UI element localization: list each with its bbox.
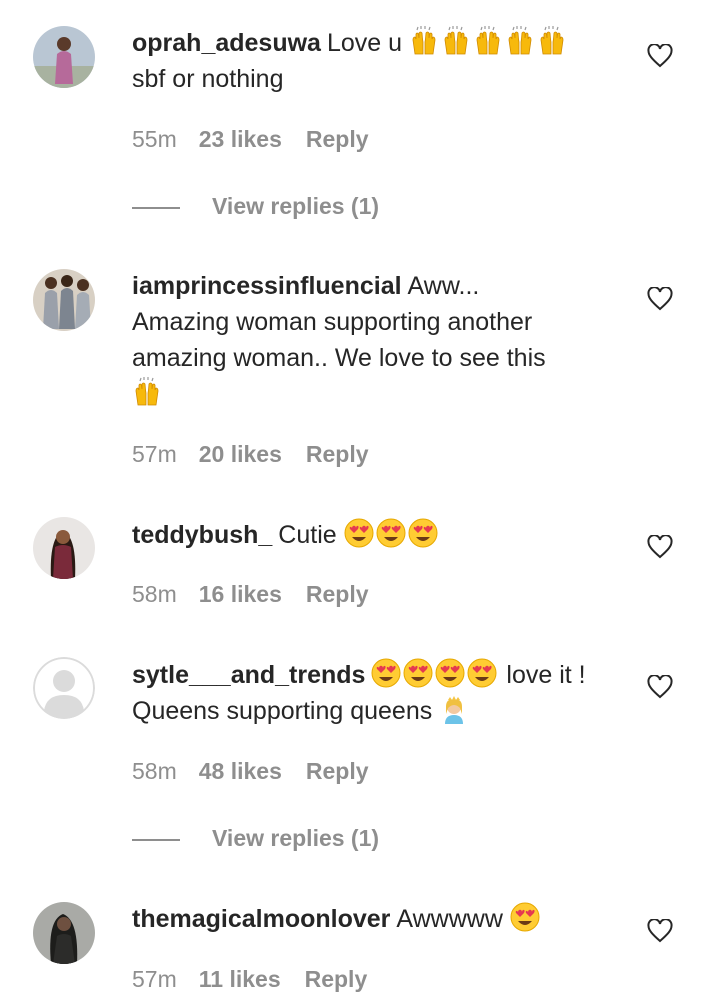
- like-heart-icon[interactable]: [647, 535, 673, 559]
- comment-username[interactable]: themagicalmoonlover: [132, 905, 390, 933]
- heart-eyes-icon: [371, 658, 401, 688]
- reply-button[interactable]: Reply: [306, 126, 369, 153]
- view-replies-label: View replies (1): [212, 825, 380, 851]
- like-heart-icon[interactable]: [647, 675, 673, 699]
- comment-body: amazing woman.. We love to see this: [132, 344, 546, 372]
- heart-eyes-icon: [403, 658, 433, 688]
- heart-eyes-icon: [376, 518, 406, 548]
- comment-text: teddybush_ Cutie: [132, 517, 622, 553]
- heart-eyes-icon: [435, 658, 465, 688]
- comment-meta: 58m 48 likes Reply: [132, 758, 369, 788]
- raising-hands-icon: [537, 26, 567, 56]
- comment-text: iamprincessinfluencial Aww... Amazing wom…: [132, 268, 622, 412]
- comment-meta: 57m 20 likes Reply: [132, 441, 369, 471]
- comment-body: Queens supporting queens: [132, 697, 433, 725]
- reply-button[interactable]: Reply: [306, 758, 369, 785]
- comment-time: 58m: [132, 758, 177, 784]
- heart-eyes-icon: [344, 518, 374, 548]
- comment-meta: 58m 16 likes Reply: [132, 581, 369, 611]
- comment-username[interactable]: teddybush_: [132, 521, 272, 549]
- avatar[interactable]: [33, 269, 95, 331]
- comment-body: Amazing woman supporting another: [132, 308, 533, 336]
- view-replies-label: View replies (1): [212, 193, 380, 219]
- avatar[interactable]: [33, 657, 95, 719]
- comment-likes[interactable]: 48 likes: [199, 758, 282, 785]
- avatar[interactable]: [33, 902, 95, 964]
- comment-body: Awwwww: [396, 905, 503, 933]
- comment-text: oprah_adesuwa Love u sbf or nothing: [132, 25, 622, 97]
- comment-body: Aww...: [407, 272, 480, 300]
- comment-username[interactable]: oprah_adesuwa: [132, 29, 321, 57]
- comment-likes[interactable]: 16 likes: [199, 581, 282, 608]
- comment-username[interactable]: sytle___and_trends: [132, 661, 365, 689]
- reply-button[interactable]: Reply: [305, 966, 368, 993]
- comment-likes[interactable]: 20 likes: [199, 441, 282, 468]
- raising-hands-icon: [441, 26, 471, 56]
- comment-body: love it !: [506, 661, 586, 689]
- raising-hands-icon: [473, 26, 503, 56]
- comment-time: 57m: [132, 441, 177, 467]
- comment-body: Cutie: [278, 521, 337, 549]
- heart-eyes-icon: [467, 658, 497, 688]
- comment-body: Love u: [326, 29, 403, 57]
- reply-button[interactable]: Reply: [306, 441, 369, 468]
- comment-time: 57m: [132, 966, 177, 992]
- comment-username[interactable]: iamprincessinfluencial: [132, 272, 402, 300]
- comment-body: sbf or nothing: [132, 65, 284, 93]
- heart-eyes-icon: [408, 518, 438, 548]
- comment-text: themagicalmoonlover Awwwww: [132, 901, 622, 937]
- comment-text: sytle___and_trends love it ! Queens supp…: [132, 657, 622, 729]
- raising-hands-icon: [132, 377, 162, 407]
- avatar[interactable]: [33, 517, 95, 579]
- like-heart-icon[interactable]: [647, 44, 673, 68]
- comment-meta: 57m 11 likes Reply: [132, 966, 367, 996]
- avatar[interactable]: [33, 26, 95, 88]
- princess-icon: [439, 694, 469, 724]
- comment-likes[interactable]: 23 likes: [199, 126, 282, 153]
- comment-likes[interactable]: 11 likes: [199, 966, 281, 993]
- raising-hands-icon: [505, 26, 535, 56]
- divider-line: [132, 207, 180, 209]
- like-heart-icon[interactable]: [647, 287, 673, 311]
- heart-eyes-icon: [510, 902, 540, 932]
- comment-meta: 55m 23 likes Reply: [132, 126, 369, 156]
- divider-line: [132, 839, 180, 841]
- reply-button[interactable]: Reply: [306, 581, 369, 608]
- comment-time: 58m: [132, 581, 177, 607]
- like-heart-icon[interactable]: [647, 919, 673, 943]
- raising-hands-icon: [409, 26, 439, 56]
- comment-time: 55m: [132, 126, 177, 152]
